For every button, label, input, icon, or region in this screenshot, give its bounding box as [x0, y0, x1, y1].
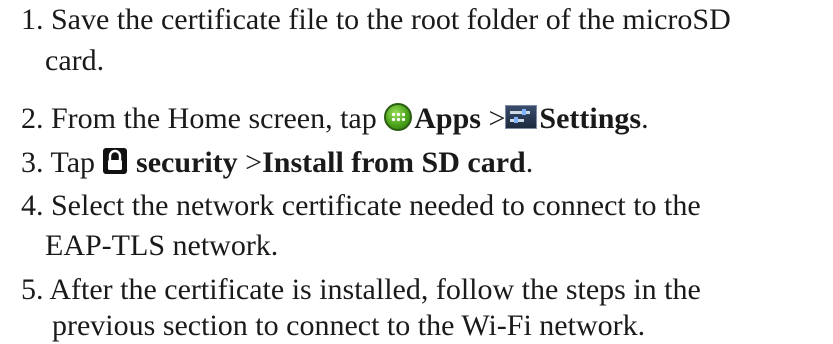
- step-1-line-2: card.: [45, 44, 105, 77]
- step-5-line-1: 5. After the certificate is installed, f…: [21, 273, 701, 306]
- step-4-line-1: 4. Select the network certificate needed…: [21, 189, 701, 222]
- step-1-line-1: 1. Save the certificate file to the root…: [21, 3, 731, 36]
- settings-label: Settings: [539, 102, 642, 135]
- step-2-separator: >: [480, 102, 506, 135]
- settings-sliders-icon: [505, 105, 538, 129]
- step-2-text: 2. From the Home screen, tap: [21, 102, 385, 135]
- apps-grid-icon: [384, 103, 413, 131]
- security-label: security: [136, 146, 238, 179]
- step-2: 2. From the Home screen, tap Apps > Setti…: [21, 101, 649, 137]
- step-5-line-2: previous section to connect to the Wi-Fi…: [52, 309, 646, 342]
- step-3-text: 3. Tap: [21, 146, 103, 179]
- step-4-line-2: EAP-TLS network.: [45, 229, 279, 262]
- install-from-sd-label: Install from SD card: [262, 146, 526, 179]
- step-3-end: .: [525, 146, 534, 179]
- apps-label: Apps: [414, 102, 481, 135]
- step-3-separator: >: [237, 146, 263, 179]
- step-2-end: .: [641, 102, 649, 135]
- step-3: 3. Tap security >Install from SD card.: [21, 145, 533, 181]
- lock-icon: [102, 148, 127, 174]
